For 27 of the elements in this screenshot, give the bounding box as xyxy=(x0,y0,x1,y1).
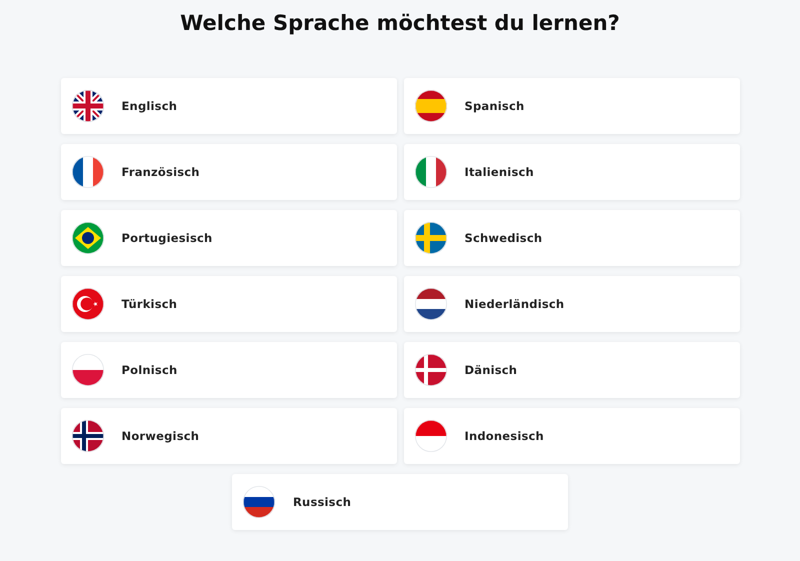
language-option[interactable]: Italienisch xyxy=(404,144,740,200)
language-option[interactable]: Russisch xyxy=(232,474,568,530)
flag-icon xyxy=(414,156,446,188)
language-option[interactable]: Englisch xyxy=(60,78,396,134)
flag-icon xyxy=(414,354,446,386)
flag-icon xyxy=(414,90,446,122)
flag-icon xyxy=(243,486,275,518)
flag-icon xyxy=(72,288,104,320)
flag-icon xyxy=(72,156,104,188)
language-option[interactable]: Spanisch xyxy=(404,78,740,134)
flag-icon xyxy=(72,420,104,452)
language-option[interactable]: Portugiesisch xyxy=(60,210,396,266)
language-option[interactable]: Polnisch xyxy=(60,342,396,398)
flag-icon xyxy=(72,354,104,386)
page-title: Welche Sprache möchtest du lernen? xyxy=(179,10,621,37)
language-option[interactable]: Türkisch xyxy=(60,276,396,332)
language-option[interactable]: Dänisch xyxy=(404,342,740,398)
flag-icon xyxy=(72,222,104,254)
language-option[interactable]: Niederländisch xyxy=(404,276,740,332)
flag-icon xyxy=(72,90,104,122)
flag-icon xyxy=(414,288,446,320)
language-option[interactable]: Indonesisch xyxy=(404,408,740,464)
language-option[interactable]: Französisch xyxy=(60,144,396,200)
language-option[interactable]: Norwegisch xyxy=(60,408,396,464)
flag-icon xyxy=(414,420,446,452)
language-option[interactable]: Schwedisch xyxy=(404,210,740,266)
flag-icon xyxy=(414,222,446,254)
